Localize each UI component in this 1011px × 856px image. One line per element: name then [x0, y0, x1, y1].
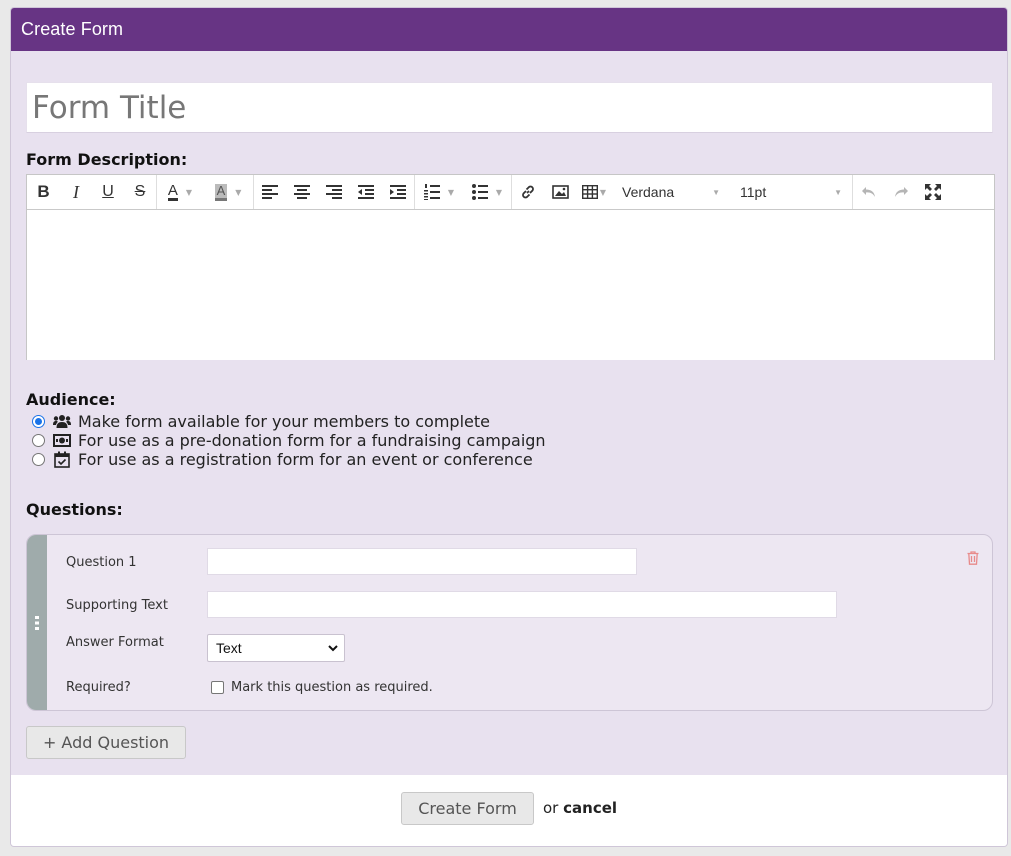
footer-actions-text: or cancel	[543, 799, 617, 817]
fullscreen-icon	[925, 184, 941, 200]
supporting-text-input[interactable]	[207, 591, 837, 618]
answer-format-value: Text	[216, 640, 242, 656]
question-card: Question 1 Supporting Text Answer Format…	[26, 534, 993, 711]
audience-option-event[interactable]: For use as a registration form for an ev…	[32, 450, 533, 469]
bullet-list-button[interactable]: ▼	[463, 175, 511, 209]
cancel-link[interactable]: cancel	[563, 799, 617, 817]
chevron-down-icon: ▼	[834, 187, 842, 197]
question-1-label: Question 1	[66, 555, 137, 570]
audience-radio-donation[interactable]	[32, 434, 45, 447]
table-icon	[581, 185, 598, 199]
dialog-title: Create Form	[11, 8, 1007, 51]
undo-button[interactable]	[853, 175, 885, 209]
trash-icon	[967, 551, 979, 565]
form-description-label: Form Description:	[26, 150, 188, 169]
answer-format-select[interactable]: Text	[207, 634, 345, 662]
audience-label: Audience:	[26, 390, 116, 409]
money-icon	[53, 433, 71, 449]
align-center-icon	[294, 185, 310, 199]
chevron-down-icon: ▼	[712, 187, 720, 197]
bold-button[interactable]: B	[27, 175, 60, 209]
audience-option-donation[interactable]: For use as a pre-donation form for a fun…	[32, 431, 546, 450]
font-family-value: Verdana	[622, 184, 675, 200]
underline-button[interactable]: U	[92, 175, 124, 209]
audience-option-members[interactable]: Make form available for your members to …	[32, 412, 490, 431]
font-family-select[interactable]: Verdana ▼	[612, 175, 730, 209]
chevron-down-icon: ▼	[495, 187, 503, 197]
numbered-list-icon	[423, 184, 440, 200]
chevron-down-icon: ▼	[235, 187, 242, 197]
text-color-button[interactable]: A ▼	[157, 175, 203, 209]
description-editor-body[interactable]	[27, 210, 994, 360]
audience-option-label: For use as a registration form for an ev…	[78, 450, 533, 469]
required-checkbox-row[interactable]: Mark this question as required.	[211, 680, 433, 695]
required-checkbox-label: Mark this question as required.	[231, 680, 433, 695]
calendar-check-icon	[53, 451, 71, 468]
redo-icon	[895, 187, 908, 197]
chevron-down-icon	[328, 644, 338, 651]
image-icon	[551, 185, 569, 199]
question-1-input[interactable]	[207, 548, 637, 575]
italic-button[interactable]: I	[60, 175, 92, 209]
link-icon	[522, 185, 534, 199]
questions-label: Questions:	[26, 500, 123, 519]
chevron-down-icon: ▼	[185, 187, 193, 197]
insert-image-button[interactable]	[544, 175, 576, 209]
align-right-button[interactable]	[318, 175, 350, 209]
answer-format-label: Answer Format	[66, 635, 164, 650]
delete-question-button[interactable]	[967, 550, 979, 569]
redo-button[interactable]	[885, 175, 917, 209]
required-label: Required?	[66, 680, 131, 695]
insert-link-button[interactable]	[512, 175, 544, 209]
create-form-button[interactable]: Create Form	[401, 792, 534, 825]
chevron-down-icon: ▼	[599, 187, 607, 197]
insert-table-button[interactable]: ▼	[576, 175, 612, 209]
audience-option-label: Make form available for your members to …	[78, 412, 490, 431]
font-size-value: 11pt	[740, 184, 767, 200]
align-right-icon	[326, 185, 342, 199]
outdent-icon	[358, 185, 374, 199]
indent-button[interactable]	[382, 175, 414, 209]
form-title-input[interactable]	[26, 82, 993, 133]
dialog-footer: Create Form or cancel	[11, 775, 1007, 846]
font-size-select[interactable]: 11pt ▼	[730, 175, 852, 209]
editor-toolbar: B I U S A ▼ A ▼ ▼ ▼ ▼ Verdana ▼ 11pt ▼	[27, 175, 994, 210]
strikethrough-button[interactable]: S	[124, 175, 156, 209]
supporting-text-label: Supporting Text	[66, 598, 168, 613]
outdent-button[interactable]	[350, 175, 382, 209]
audience-radio-members[interactable]	[32, 415, 45, 428]
align-left-icon	[262, 185, 278, 199]
required-checkbox[interactable]	[211, 681, 224, 694]
users-icon	[53, 414, 71, 430]
audience-radio-event[interactable]	[32, 453, 45, 466]
align-left-button[interactable]	[254, 175, 286, 209]
or-text: or	[543, 799, 559, 817]
add-question-button[interactable]: + Add Question	[26, 726, 186, 759]
description-editor: B I U S A ▼ A ▼ ▼ ▼ ▼ Verdana ▼ 11pt ▼	[26, 174, 995, 360]
chevron-down-icon: ▼	[447, 187, 455, 197]
drag-handle[interactable]	[27, 535, 47, 710]
vertical-dots-icon	[35, 615, 39, 630]
align-center-button[interactable]	[286, 175, 318, 209]
undo-icon	[862, 187, 875, 197]
create-form-dialog: Create Form Form Description: B I U S A …	[10, 7, 1008, 847]
fullscreen-button[interactable]	[917, 175, 949, 209]
indent-icon	[390, 185, 406, 199]
bullet-list-icon	[471, 184, 488, 200]
audience-option-label: For use as a pre-donation form for a fun…	[78, 431, 546, 450]
highlight-color-button[interactable]: A ▼	[203, 175, 253, 209]
numbered-list-button[interactable]: ▼	[415, 175, 463, 209]
